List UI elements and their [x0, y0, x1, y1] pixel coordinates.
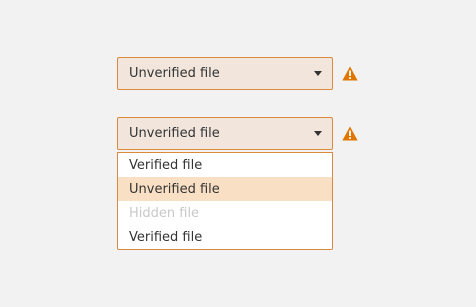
file-select-dropdown: Verified file Unverified file Hidden fil… — [117, 152, 333, 250]
option-verified-file[interactable]: Verified file — [118, 225, 332, 249]
file-select-value: Unverified file — [129, 66, 220, 81]
file-select-collapsed[interactable]: Unverified file — [117, 57, 333, 90]
warning-triangle-icon — [342, 66, 358, 81]
file-select-expanded[interactable]: Unverified file — [117, 117, 333, 150]
file-select-value: Unverified file — [129, 126, 220, 141]
option-verified-file[interactable]: Verified file — [118, 153, 332, 177]
caret-down-icon — [309, 71, 327, 76]
option-hidden-file: Hidden file — [129, 205, 200, 221]
option-unverified-file[interactable]: Unverified file — [118, 177, 332, 201]
caret-down-icon — [309, 131, 327, 136]
warning-triangle-icon — [342, 126, 358, 141]
